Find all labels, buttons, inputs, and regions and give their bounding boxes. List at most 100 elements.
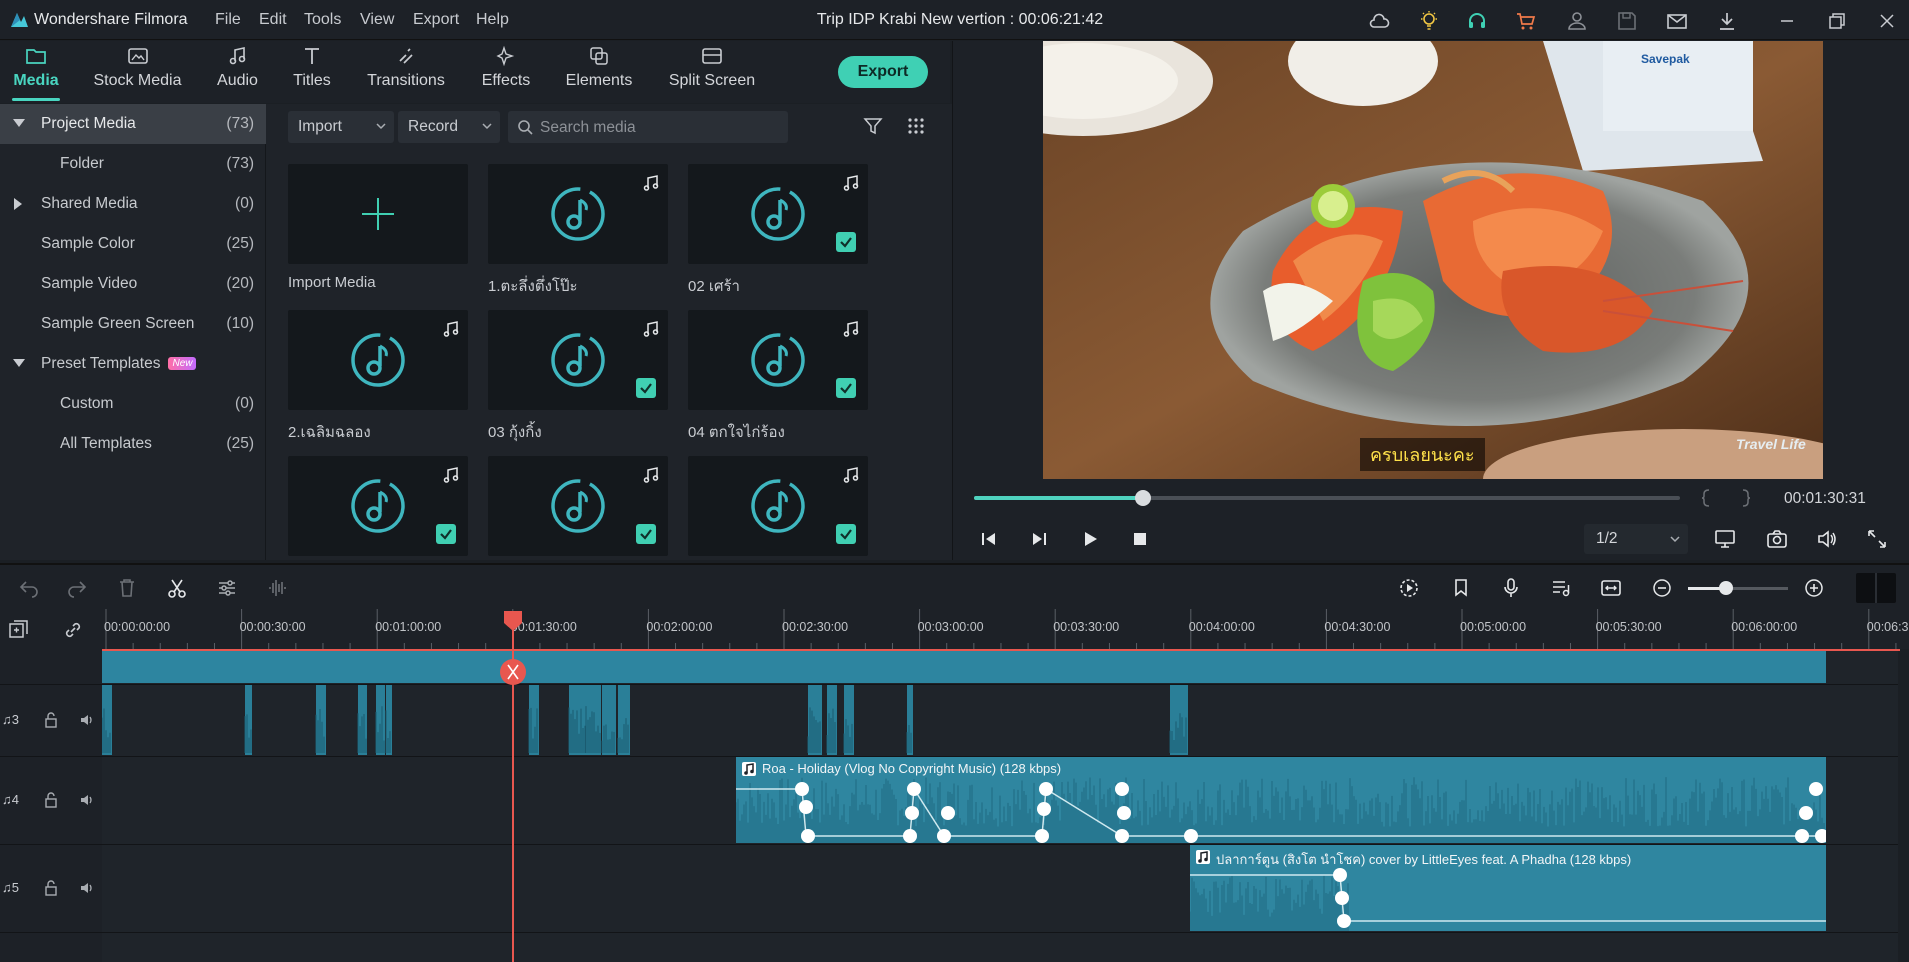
volume-keyframe[interactable] <box>1184 829 1198 843</box>
account-icon[interactable] <box>1566 10 1588 32</box>
restore-icon[interactable] <box>1826 10 1848 32</box>
volume-keyframe[interactable] <box>905 806 919 820</box>
volume-keyframe[interactable] <box>1039 782 1053 796</box>
stop-icon[interactable] <box>1131 530 1149 548</box>
previous-frame-icon[interactable] <box>980 530 998 548</box>
menu-view[interactable]: View <box>360 11 394 29</box>
sidebar-item-preset-templates[interactable]: Preset Templates New <box>0 344 266 384</box>
video-clip[interactable] <box>102 649 1826 683</box>
sidebar-item-sample-color[interactable]: Sample Color (25) <box>0 224 266 264</box>
speaker-icon[interactable] <box>79 880 95 896</box>
sidebar-item-project-media[interactable]: Project Media (73) <box>0 104 266 144</box>
audio-clip-sfx[interactable] <box>610 685 616 755</box>
audio-clip-sfx[interactable] <box>386 685 392 755</box>
menu-edit[interactable]: Edit <box>259 11 287 29</box>
volume-keyframe[interactable] <box>1117 806 1131 820</box>
media-tile[interactable] <box>288 310 468 410</box>
adjust-sliders-icon[interactable] <box>216 577 238 599</box>
fit-timeline-icon[interactable] <box>1600 577 1622 599</box>
volume-keyframe[interactable] <box>941 806 955 820</box>
voiceover-list-icon[interactable] <box>1550 577 1572 599</box>
mark-out-icon[interactable] <box>1740 488 1752 508</box>
media-tile[interactable] <box>488 310 668 410</box>
timeline-ruler[interactable]: 00:00:00:00 00:00:30:00 00:01:00:00 00:01:3… <box>0 609 1909 649</box>
volume-keyframe[interactable] <box>937 829 951 843</box>
menu-export[interactable]: Export <box>413 11 459 29</box>
volume-keyframe[interactable] <box>903 829 917 843</box>
import-media-tile[interactable] <box>288 164 468 264</box>
media-tile[interactable] <box>488 456 668 556</box>
video-preview[interactable]: Savepak <box>1043 41 1823 479</box>
split-scissors-icon[interactable] <box>166 577 188 599</box>
audio-waveform-icon[interactable] <box>266 577 288 599</box>
playback-progress-bar[interactable] <box>974 490 1680 506</box>
delete-icon[interactable] <box>116 577 138 599</box>
zoom-in-icon[interactable] <box>1803 577 1825 599</box>
tab-effects[interactable]: Effects <box>476 41 536 103</box>
filter-icon[interactable] <box>863 116 883 136</box>
timeline-scrollbar[interactable] <box>1898 649 1909 962</box>
tab-titles[interactable]: Titles <box>288 41 336 103</box>
render-preview-icon[interactable] <box>1398 577 1420 599</box>
close-icon[interactable] <box>1876 10 1898 32</box>
sidebar-item-shared-media[interactable]: Shared Media (0) <box>0 184 266 224</box>
fullscreen-icon[interactable] <box>1866 528 1888 550</box>
volume-keyframe[interactable] <box>1037 802 1051 816</box>
zoom-out-icon[interactable] <box>1651 577 1673 599</box>
menu-tools[interactable]: Tools <box>304 11 341 29</box>
next-frame-icon[interactable] <box>1030 530 1048 548</box>
volume-keyframe[interactable] <box>1115 782 1129 796</box>
audio-clip-pla-cartoon[interactable]: ปลาการ์ตูน (สิงโต นำโชค) cover by Little… <box>1190 845 1826 931</box>
sidebar-item-folder[interactable]: Folder (73) <box>0 144 266 184</box>
volume-keyframe[interactable] <box>1799 806 1813 820</box>
minimize-icon[interactable] <box>1776 10 1798 32</box>
mail-icon[interactable] <box>1666 10 1688 32</box>
speaker-icon[interactable] <box>79 792 95 808</box>
speaker-icon[interactable] <box>79 712 95 728</box>
headset-support-icon[interactable] <box>1466 10 1488 32</box>
volume-keyframe[interactable] <box>907 782 921 796</box>
audio-clip-sfx[interactable] <box>569 685 587 755</box>
volume-keyframe[interactable] <box>1335 891 1349 905</box>
volume-keyframe[interactable] <box>1035 829 1049 843</box>
tab-transitions[interactable]: Transitions <box>364 41 448 103</box>
play-icon[interactable] <box>1081 530 1099 548</box>
media-tile[interactable] <box>688 310 868 410</box>
marker-icon[interactable] <box>1450 577 1472 599</box>
media-tile[interactable] <box>288 456 468 556</box>
tab-media[interactable]: Media <box>6 41 66 103</box>
audio-clip-sfx[interactable] <box>1170 685 1188 755</box>
audio-clip-sfx[interactable] <box>907 685 913 755</box>
undo-icon[interactable] <box>18 577 40 599</box>
display-monitor-icon[interactable] <box>1714 528 1736 550</box>
sidebar-item-custom[interactable]: Custom (0) <box>0 384 266 424</box>
tab-audio[interactable]: Audio <box>210 41 265 103</box>
playhead[interactable] <box>498 609 528 962</box>
sidebar-item-sample-video[interactable]: Sample Video (20) <box>0 264 266 304</box>
download-icon[interactable] <box>1716 10 1738 32</box>
zoom-slider[interactable] <box>1688 581 1788 595</box>
menu-help[interactable]: Help <box>476 11 509 29</box>
tab-split-screen[interactable]: Split Screen <box>666 41 758 103</box>
tab-elements[interactable]: Elements <box>562 41 636 103</box>
volume-keyframe[interactable] <box>1115 829 1129 843</box>
volume-keyframe[interactable] <box>799 800 813 814</box>
export-button[interactable]: Export <box>838 56 928 88</box>
record-dropdown[interactable]: Record <box>398 111 500 143</box>
lock-icon[interactable] <box>44 880 58 896</box>
volume-keyframe[interactable] <box>1337 914 1351 928</box>
lock-icon[interactable] <box>44 792 58 808</box>
lock-icon[interactable] <box>44 712 58 728</box>
media-tile[interactable] <box>688 164 868 264</box>
sidebar-item-all-templates[interactable]: All Templates (25) <box>0 424 266 464</box>
tab-stock-media[interactable]: Stock Media <box>90 41 185 103</box>
volume-keyframe[interactable] <box>1333 868 1347 882</box>
cloud-icon[interactable] <box>1368 10 1390 32</box>
snapshot-camera-icon[interactable] <box>1766 528 1788 550</box>
search-input[interactable]: Search media <box>508 111 788 143</box>
import-dropdown[interactable]: Import <box>288 111 394 143</box>
microphone-icon[interactable] <box>1500 577 1522 599</box>
volume-icon[interactable] <box>1816 528 1838 550</box>
volume-keyframe[interactable] <box>1815 829 1826 843</box>
grid-view-icon[interactable] <box>906 116 926 136</box>
